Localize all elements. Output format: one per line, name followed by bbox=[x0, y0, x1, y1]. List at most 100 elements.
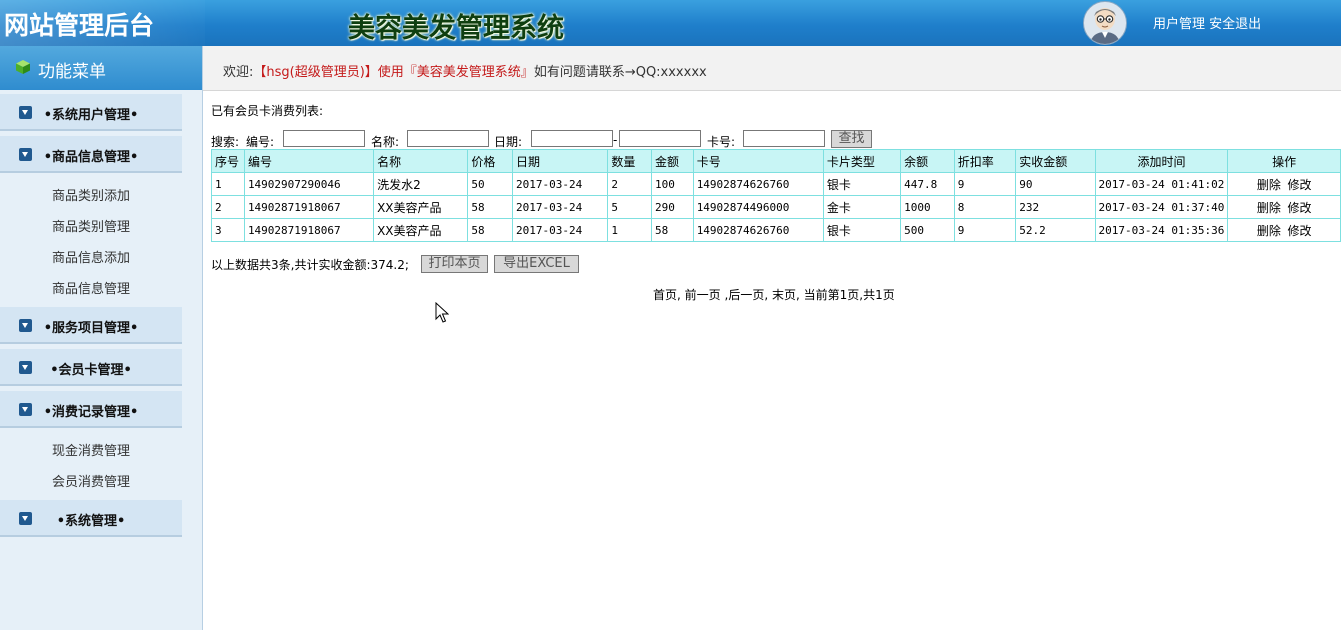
welcome-message: 欢迎:【hsg(超级管理员)】使用『美容美发管理系统』如有问题请联系→QQ:xx… bbox=[223, 61, 707, 80]
welcome-contact: 如有问题请联系→QQ:xxxxxx bbox=[533, 65, 707, 80]
date-end-input[interactable] bbox=[619, 130, 701, 147]
table-row: 3 14902871918067 XX美容产品 58 2017-03-24 1 … bbox=[211, 218, 1341, 242]
system-title: 美容美发管理系统 bbox=[348, 13, 564, 44]
menu-item-add-category[interactable]: 商品类别添加 bbox=[52, 185, 130, 204]
col-header: 操作 bbox=[1227, 149, 1341, 173]
welcome-user: 【hsg(超级管理员)】使用『美容美发管理系统』 bbox=[253, 65, 534, 80]
date-start-input[interactable] bbox=[531, 130, 613, 147]
cell: 2 bbox=[607, 172, 652, 196]
cell: XX美容产品 bbox=[373, 218, 469, 242]
cell: 500 bbox=[900, 218, 955, 242]
cell: 14902871918067 bbox=[243, 218, 375, 242]
cell: 金卡 bbox=[822, 195, 902, 219]
actions-cell: 删除 修改 bbox=[1227, 172, 1341, 196]
cell: 5 bbox=[607, 195, 652, 219]
menu-item-manage-category[interactable]: 商品类别管理 bbox=[52, 216, 130, 235]
next-page-link[interactable]: 后一页 bbox=[728, 288, 764, 302]
cell: 2017-03-24 bbox=[512, 195, 609, 219]
find-button[interactable]: 查找 bbox=[831, 130, 872, 148]
code-input[interactable] bbox=[283, 130, 365, 147]
col-header: 金额 bbox=[651, 149, 694, 173]
prev-page-link[interactable]: 前一页 bbox=[685, 288, 721, 302]
menu-item-cash-consumption[interactable]: 现金消费管理 bbox=[52, 440, 130, 459]
date-label: 日期: bbox=[494, 135, 523, 149]
consumption-table: 序号 编号 名称 价格 日期 数量 金额 卡号 卡片类型 余额 折扣率 实收金额… bbox=[211, 149, 1341, 242]
menu-group-member-cards[interactable]: •会员卡管理• bbox=[0, 349, 182, 386]
cell: 9 bbox=[953, 172, 1017, 196]
name-label: 名称: bbox=[371, 135, 400, 149]
cell: 洗发水2 bbox=[373, 172, 469, 196]
cell: 100 bbox=[651, 172, 694, 196]
cell: 银卡 bbox=[822, 218, 902, 242]
delete-link[interactable]: 删除 bbox=[1257, 224, 1281, 238]
menu-group-title: •商品信息管理• bbox=[43, 150, 139, 165]
header-links: 用户管理 安全退出 bbox=[1153, 13, 1261, 32]
table-row: 1 14902907290046 洗发水2 50 2017-03-24 2 10… bbox=[211, 172, 1341, 196]
last-page-link[interactable]: 末页 bbox=[772, 288, 796, 302]
actions-cell: 删除 修改 bbox=[1227, 195, 1341, 219]
menu-item-member-consumption[interactable]: 会员消费管理 bbox=[52, 471, 130, 490]
cell: 50 bbox=[467, 172, 514, 196]
cell: XX美容产品 bbox=[373, 195, 469, 219]
mouse-cursor-icon bbox=[435, 302, 449, 323]
col-header: 日期 bbox=[512, 149, 609, 173]
code-label: 编号: bbox=[246, 135, 275, 149]
list-caption: 已有会员卡消费列表: bbox=[211, 104, 324, 118]
logout-link[interactable]: 安全退出 bbox=[1209, 17, 1261, 32]
user-manage-link[interactable]: 用户管理 bbox=[1153, 17, 1205, 32]
menu-group-title: •系统用户管理• bbox=[43, 108, 139, 123]
col-header: 折扣率 bbox=[953, 149, 1017, 173]
delete-link[interactable]: 删除 bbox=[1257, 178, 1281, 192]
cell: 52.2 bbox=[1015, 218, 1096, 242]
export-excel-button[interactable]: 导出EXCEL bbox=[494, 255, 579, 273]
menu-group-products[interactable]: •商品信息管理• bbox=[0, 136, 182, 173]
cell: 银卡 bbox=[822, 172, 902, 196]
cell: 2017-03-24 01:37:40 bbox=[1094, 195, 1229, 219]
edit-link[interactable]: 修改 bbox=[1288, 178, 1312, 192]
menu-group-title: •系统管理• bbox=[56, 514, 126, 529]
menu-group-system[interactable]: •系统管理• bbox=[0, 500, 182, 537]
first-page-link[interactable]: 首页 bbox=[653, 288, 677, 302]
sidebar-header: 功能菜单 bbox=[0, 46, 202, 90]
pagination: 首页, 前一页 ,后一页, 末页, 当前第1页,共1页 bbox=[653, 288, 895, 302]
cell: 2 bbox=[211, 195, 245, 219]
col-header: 编号 bbox=[243, 149, 375, 173]
menu-group-services[interactable]: •服务项目管理• bbox=[0, 307, 182, 344]
cell: 3 bbox=[211, 218, 245, 242]
delete-link[interactable]: 删除 bbox=[1257, 201, 1281, 215]
menu-group-system-users[interactable]: •系统用户管理• bbox=[0, 94, 182, 131]
table-header-row: 序号 编号 名称 价格 日期 数量 金额 卡号 卡片类型 余额 折扣率 实收金额… bbox=[211, 149, 1341, 173]
col-header: 卡片类型 bbox=[822, 149, 902, 173]
cell: 8 bbox=[953, 195, 1017, 219]
edit-link[interactable]: 修改 bbox=[1288, 201, 1312, 215]
cube-icon bbox=[16, 60, 30, 74]
cell: 2017-03-24 01:35:36 bbox=[1094, 218, 1229, 242]
cell: 14902907290046 bbox=[243, 172, 375, 196]
name-input[interactable] bbox=[407, 130, 489, 147]
edit-link[interactable]: 修改 bbox=[1288, 224, 1312, 238]
top-header: 网站管理后台 美容美发管理系统 用户管理 安全退出 bbox=[0, 0, 1341, 46]
card-input[interactable] bbox=[743, 130, 825, 147]
menu-group-consumption[interactable]: •消费记录管理• bbox=[0, 391, 182, 428]
col-header: 实收金额 bbox=[1015, 149, 1096, 173]
cell: 14902874626760 bbox=[692, 218, 824, 242]
user-avatar-icon bbox=[1083, 1, 1127, 45]
cell: 90 bbox=[1015, 172, 1096, 196]
col-header: 名称 bbox=[373, 149, 469, 173]
search-label: 搜索: bbox=[211, 135, 240, 149]
card-label: 卡号: bbox=[707, 135, 736, 149]
menu-group-title: •服务项目管理• bbox=[43, 321, 139, 336]
cell: 1 bbox=[607, 218, 652, 242]
cell: 290 bbox=[651, 195, 694, 219]
cell: 14902874626760 bbox=[692, 172, 824, 196]
print-button[interactable]: 打印本页 bbox=[421, 255, 488, 273]
table-row: 2 14902871918067 XX美容产品 58 2017-03-24 5 … bbox=[211, 195, 1341, 219]
col-header: 卡号 bbox=[692, 149, 824, 173]
cell: 58 bbox=[467, 218, 514, 242]
cell: 14902874496000 bbox=[692, 195, 824, 219]
cell: 1000 bbox=[900, 195, 955, 219]
menu-item-add-product[interactable]: 商品信息添加 bbox=[52, 247, 130, 266]
summary-text: 以上数据共3条,共计实收金额:374.2; bbox=[211, 258, 409, 272]
menu-item-manage-product[interactable]: 商品信息管理 bbox=[52, 278, 130, 297]
sidebar-title: 功能菜单 bbox=[38, 62, 106, 82]
